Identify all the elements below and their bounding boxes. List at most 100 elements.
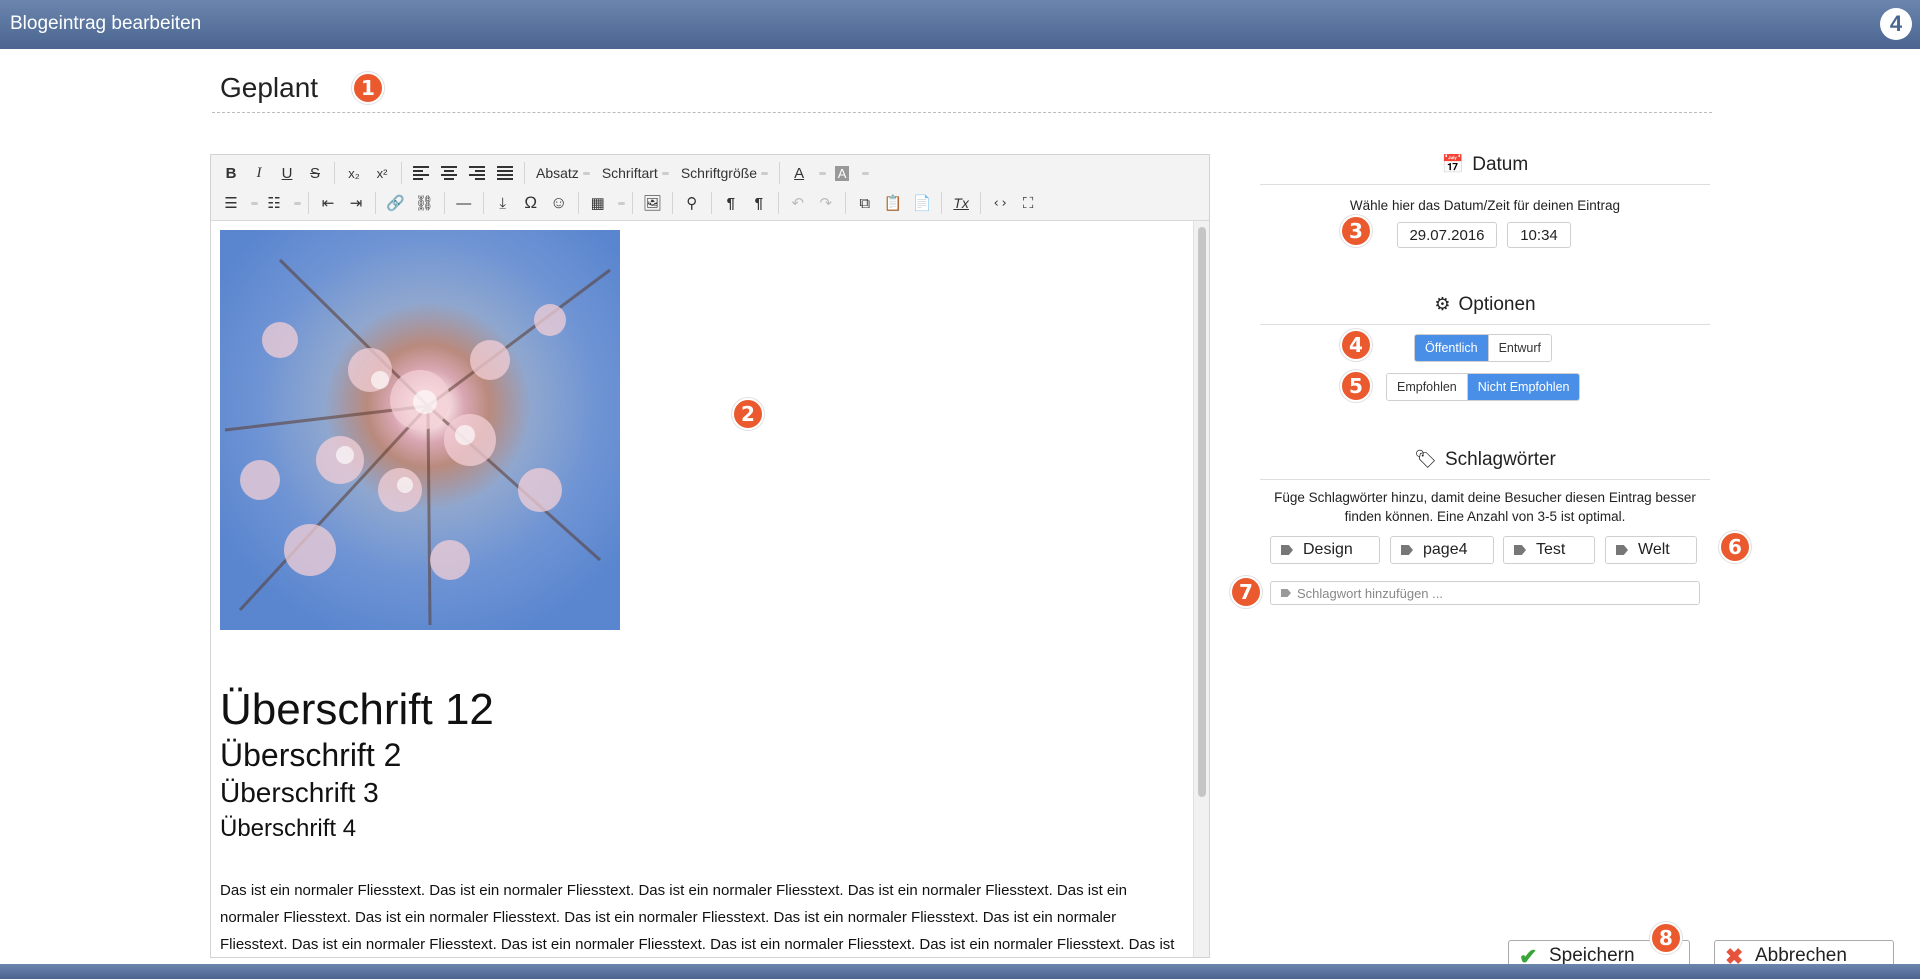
bulleted-list-button[interactable]: ☰ xyxy=(217,190,245,216)
badge-8: 8 xyxy=(1650,922,1682,954)
align-right-button[interactable] xyxy=(463,160,491,186)
window-title: Blogeintrag bearbeiten xyxy=(10,13,202,34)
scrollbar-thumb[interactable] xyxy=(1198,227,1206,797)
toolbar-separator xyxy=(941,192,943,214)
tags-hint-line-1: Füge Schlagwörter hinzu, damit deine Bes… xyxy=(1274,490,1696,505)
fullscreen-button[interactable]: ⛶ xyxy=(1014,190,1042,216)
unlink-button[interactable]: ⛓ xyxy=(410,190,439,216)
dropdown-arrow-icon xyxy=(761,171,769,175)
unlink-icon: ⛓ xyxy=(414,195,434,212)
strikethrough-button[interactable]: S xyxy=(301,160,329,186)
outdent-button[interactable]: ⇤ xyxy=(314,190,342,216)
tag-chip[interactable]: Test xyxy=(1503,536,1595,564)
format-dropdown[interactable]: Absatz xyxy=(530,160,596,186)
horizontal-rule-button[interactable]: — xyxy=(450,190,478,216)
rich-text-editor[interactable]: B I U S x₂ x² Absatz Schriftart Schriftg… xyxy=(210,154,1210,958)
toolbar-separator xyxy=(334,162,335,184)
align-right-icon xyxy=(469,164,485,182)
tag-label: Design xyxy=(1303,541,1353,558)
tag-icon xyxy=(1281,545,1293,555)
paste-button[interactable]: 📋 xyxy=(879,190,908,216)
date-field[interactable]: 29.07.2016 xyxy=(1397,222,1497,248)
toolbar-separator xyxy=(443,192,445,214)
tags-hint-line-2: finden können. Eine Anzahl von 3-5 ist o… xyxy=(1344,509,1626,524)
public-option[interactable]: Öffentlich xyxy=(1415,335,1488,361)
subscript-button[interactable]: x₂ xyxy=(340,160,368,186)
tag-input-placeholder: Schlagwort hinzufügen ... xyxy=(1297,585,1443,601)
badge-5: 5 xyxy=(1340,370,1372,402)
toolbar-separator xyxy=(777,192,779,214)
dropdown-arrow-icon xyxy=(819,171,827,175)
tag-input[interactable]: Schlagwort hinzufügen ... xyxy=(1270,581,1700,605)
find-button[interactable]: ⚲ xyxy=(678,190,706,216)
source-code-button[interactable]: ‹› xyxy=(986,190,1014,216)
numbered-list-arrow[interactable] xyxy=(288,190,303,216)
image-icon: 🖼 xyxy=(642,195,662,212)
toolbar-separator xyxy=(710,192,712,214)
heading-3: Überschrift 3 xyxy=(220,777,379,808)
emoji-button[interactable]: ☺ xyxy=(545,190,573,216)
indent-icon: ⇥ xyxy=(349,195,363,212)
redo-button[interactable]: ↷ xyxy=(812,190,840,216)
table-icon: ▦ xyxy=(590,195,605,212)
toolbar-separator xyxy=(308,192,309,214)
ltr-button[interactable]: ¶ xyxy=(717,190,745,216)
bold-button[interactable]: B xyxy=(217,160,245,186)
featured-toggle: Empfohlen Nicht Empfohlen xyxy=(1386,373,1581,401)
gear-icon: ⚙ xyxy=(1434,294,1451,314)
draft-option[interactable]: Entwurf xyxy=(1487,335,1551,361)
text-color-button[interactable]: A xyxy=(785,160,813,186)
window-titlebar: Blogeintrag bearbeiten 4 xyxy=(0,0,1920,49)
image-button[interactable]: 🖼 xyxy=(638,190,667,216)
paste-text-button[interactable]: 📄 xyxy=(907,190,936,216)
editor-scrollbar[interactable] xyxy=(1193,221,1209,957)
font-size-dropdown[interactable]: Schriftgröße xyxy=(675,160,774,186)
tag-icon xyxy=(1514,545,1526,555)
text-color-arrow[interactable] xyxy=(813,160,828,186)
copy-button[interactable]: ⧉ xyxy=(851,190,879,216)
font-size-dropdown-label: Schriftgröße xyxy=(680,165,758,181)
link-button[interactable]: 🔗 xyxy=(381,190,410,216)
background-color-arrow[interactable] xyxy=(856,160,871,186)
align-justify-button[interactable] xyxy=(491,160,519,186)
toolbar-row-1: B I U S x₂ x² Absatz Schriftart Schriftg… xyxy=(217,158,871,188)
tag-chip[interactable]: Welt xyxy=(1605,536,1697,564)
insert-button[interactable]: ⤓ xyxy=(489,190,517,216)
table-button[interactable]: ▦ xyxy=(584,190,612,216)
editor-content[interactable]: Überschrift 12 Überschrift 2 Überschrift… xyxy=(211,221,1193,957)
numbered-list-icon: ☷ xyxy=(267,195,281,212)
featured-option[interactable]: Empfohlen xyxy=(1387,374,1467,400)
cherry-blossom-image xyxy=(220,230,620,630)
align-center-button[interactable] xyxy=(435,160,463,186)
undo-button[interactable]: ↶ xyxy=(784,190,812,216)
background-color-button[interactable]: A xyxy=(828,160,856,186)
rtl-button[interactable]: ¶ xyxy=(745,190,773,216)
bulleted-list-arrow[interactable] xyxy=(245,190,260,216)
toolbar-separator xyxy=(482,192,484,214)
date-hint: Wähle hier das Datum/Zeit für deinen Ein… xyxy=(1349,198,1621,213)
underline-button[interactable]: U xyxy=(273,160,301,186)
toolbar-separator xyxy=(980,192,982,214)
clear-format-button[interactable]: Tx xyxy=(947,190,975,216)
font-dropdown[interactable]: Schriftart xyxy=(596,160,675,186)
indent-button[interactable]: ⇥ xyxy=(342,190,370,216)
options-section-header: ⚙ Optionen xyxy=(1260,294,1710,325)
table-arrow[interactable] xyxy=(612,190,627,216)
toolbar-separator xyxy=(577,192,579,214)
badge-6: 6 xyxy=(1719,531,1751,563)
dropdown-arrow-icon xyxy=(251,201,258,205)
align-left-button[interactable] xyxy=(407,160,435,186)
not-featured-option[interactable]: Nicht Empfohlen xyxy=(1466,374,1580,400)
italic-button[interactable]: I xyxy=(245,160,273,186)
badge-1: 1 xyxy=(352,72,384,104)
time-field[interactable]: 10:34 xyxy=(1507,222,1571,248)
download-icon: ⤓ xyxy=(499,194,507,212)
tag-chip[interactable]: page4 xyxy=(1390,536,1494,564)
numbered-list-button[interactable]: ☷ xyxy=(260,190,288,216)
tag-chip[interactable]: Design xyxy=(1270,536,1380,564)
tag-label: page4 xyxy=(1423,541,1468,558)
special-character-button[interactable]: Ω xyxy=(517,190,545,216)
superscript-button[interactable]: x² xyxy=(368,160,396,186)
tags-section-title: Schlagwörter xyxy=(1444,449,1556,470)
tag-icon xyxy=(1401,545,1413,555)
